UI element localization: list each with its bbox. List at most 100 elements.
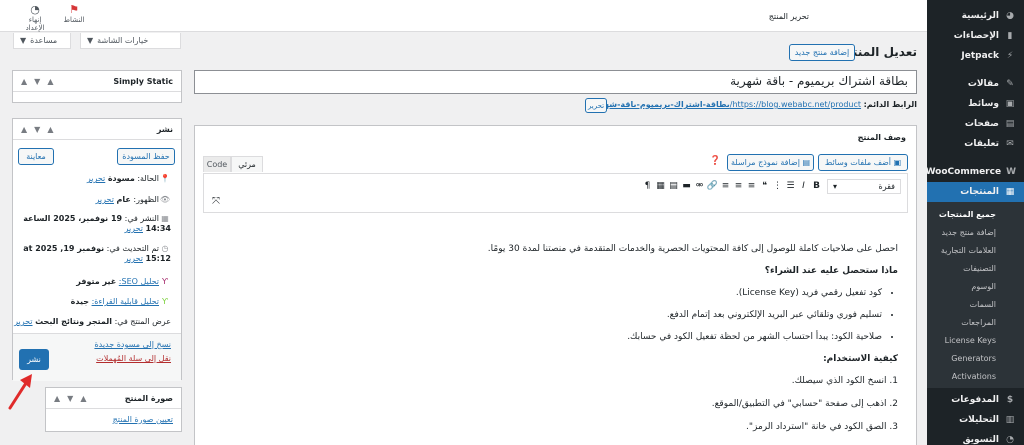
bold-icon[interactable]: B [810,179,823,193]
product-image-header[interactable]: ▲ ▼ ▲ صورة المنتج [46,388,181,409]
editor-content[interactable]: احصل على صلاحيات كاملة للوصول إلى كافة ا… [213,244,898,445]
set-product-image-link[interactable]: تعيين صورة المنتج [113,415,173,424]
move-to-trash-link[interactable]: نقل إلى سلة المُهملات [96,354,171,363]
menu-item[interactable]: ✉ تعليقات [927,134,1024,154]
chevron-up-icon[interactable]: ▲ [21,77,27,86]
menu-item[interactable]: ⚡ Jetpack [927,46,1024,66]
fullscreen-icon[interactable]: ⤧ [212,196,220,207]
usage-steps: 1. انسخ الكود الذي سيصلك. 2. اذهب إلى صفح… [213,376,898,432]
menu-item-label: الإحصاءات [953,31,999,41]
collapse-icon[interactable]: ▲ [80,394,86,403]
submenu-item[interactable]: الوسوم [927,277,1024,295]
numbered-list-icon[interactable]: ⋮ [771,179,784,193]
simply-static-header[interactable]: ▲ ▼ ▲ Simply Static [13,71,181,92]
collapse-icon[interactable]: ▲ [47,125,53,134]
submenu-item[interactable]: إضافة منتج جديد [927,223,1024,241]
paragraph-icon[interactable]: ¶ [641,179,654,193]
submenu-item[interactable]: License Keys [927,331,1024,349]
preview-button[interactable]: معاينة [18,148,54,165]
chevron-up-icon[interactable]: ▲ [21,125,27,134]
chevron-down-icon[interactable]: ▼ [67,394,73,403]
format-select[interactable]: فقرة ▾ [827,179,901,194]
chevron-up-icon[interactable]: ▲ [54,394,60,403]
menu-woocommerce[interactable]: W WooCommerce [926,162,1024,182]
menu-item-label: Jetpack [961,51,999,61]
unlink-icon[interactable]: ⚮ [693,179,706,193]
jetpack-icon: ⚡ [1006,51,1014,61]
box-controls: ▲ ▼ ▲ [54,394,86,403]
more-tag-icon[interactable]: ▬ [680,179,693,193]
kitchen-sink-icon[interactable]: ▦ [654,179,667,193]
list-item: صلاحية الكود: يبدأ احتساب الشهر من لحظة … [213,332,882,342]
permalink: الرابط الدائم: https://blog.webabc.net/p… [588,100,917,109]
permalink-url[interactable]: https://blog.webabc.net/product/بطاقة-اش… [588,100,861,109]
chevron-down-icon[interactable]: ▼ [34,77,40,86]
add-contact-form-button[interactable]: إضافة نموذج مراسلة ▤ [727,154,814,171]
marketing-icon: ◔ [1006,435,1014,445]
content-heading: ماذا ستحصل عليه عند الشراء؟ [764,266,898,276]
page-title: تعديل المنتج [844,45,917,59]
align-left-icon[interactable]: ≡ [719,179,732,193]
calendar-icon: ▦ [161,214,169,223]
menu-item[interactable]: $ المدفوعات [927,390,1024,410]
menu-item[interactable]: ▮ الإحصاءات [927,26,1024,46]
menu-item[interactable]: ▣ وسائط [927,94,1024,114]
dashboard-icon: ◕ [1006,11,1014,21]
clock-icon: ◷ [161,244,169,253]
tab-code[interactable]: Code [203,156,231,172]
submenu-item[interactable]: السمات [927,295,1024,313]
menu-item[interactable]: ◕ الرئيسية [927,6,1024,26]
submenu-item[interactable]: المراجعات [927,313,1024,331]
italic-icon[interactable]: I [797,179,810,193]
blockquote-icon[interactable]: ❝ [758,179,771,193]
submenu-item[interactable]: Generators [927,349,1024,367]
toolbar-buttons: ¶ ▦ ▤ ▬ ⚮ 🔗 ≡ ≡ ≡ ❝ ⋮ ☰ I B [641,179,823,193]
yoast-icon: Ƴ [162,297,168,306]
product-title-input[interactable]: بطاقة اشتراك بريميوم - باقة شهرية [194,70,917,94]
menu-item[interactable]: ▤ صفحات [927,114,1024,134]
activity-button[interactable]: ⚑ النشاط [62,3,86,24]
collapse-icon[interactable]: ▲ [47,77,53,86]
permalink-edit-button[interactable]: تحرير [585,98,607,113]
menu-item[interactable]: ▥ التحليلات [927,410,1024,430]
finish-setup-button[interactable]: ◔ إنهاء الإعداد [20,3,50,32]
eye-icon: 👁 [159,195,171,204]
pin-icon: ✎ [1006,79,1014,89]
help-icon[interactable]: ❓ [710,156,721,166]
align-right-icon[interactable]: ≡ [745,179,758,193]
menu-item[interactable]: ✎ مقالات [927,74,1024,94]
screen-options-tab[interactable]: ▼ خيارات الشاشة [80,33,181,49]
catalog-visibility-row: عرض المنتج في: المتجر ونتائج البحث تحرير [14,317,171,326]
toggle-toolbar-icon[interactable]: ▤ [667,179,680,193]
menu-item[interactable]: ◔ التسويق [927,430,1024,445]
submenu-item[interactable]: Activations [927,367,1024,385]
tab-visual[interactable]: مرئي [231,156,263,172]
published-row: ▦النشر في: 19 نوفمبر، 2025 الساعة 14:34 … [23,214,171,233]
align-center-icon[interactable]: ≡ [732,179,745,193]
submenu-item[interactable]: التصنيفات [927,259,1024,277]
copy-to-draft-link[interactable]: نسخ إلى مسودة جديدة [94,340,171,349]
add-new-product-button[interactable]: إضافة منتج جديد [789,44,855,61]
add-media-button[interactable]: أضف ملفات وسائط ▣ [818,154,908,171]
chevron-down-icon[interactable]: ▼ [34,125,40,134]
products-icon: ▦ [1005,187,1015,197]
updated-row: ◷تم التحديث في: نوفمبر 19, 2025 at 15:12… [23,244,171,263]
comment-icon: ✉ [1006,139,1014,149]
bullet-list-icon[interactable]: ☰ [784,179,797,193]
publish-header[interactable]: ▲ ▼ ▲ نشر [13,119,181,140]
menu-products[interactable]: ▦ المنتجات [927,182,1024,202]
submenu-item[interactable]: جميع المنتجات [927,205,1024,223]
help-tab[interactable]: ▼ مساعدة [13,33,71,49]
pin-icon: 📍 [160,174,170,183]
simply-static-box: ▲ ▼ ▲ Simply Static [12,70,182,103]
link-icon[interactable]: 🔗 [706,179,719,193]
save-draft-button[interactable]: حفظ المسودة [117,148,175,165]
step-item: 1. انسخ الكود الذي سيصلك. [791,376,898,386]
publish-button[interactable]: نشر [19,349,49,370]
arrow-annotation [8,374,32,410]
submenu-item[interactable]: العلامات التجارية [927,241,1024,259]
list-item: كود تفعيل رقمي فريد (License Key). [213,288,882,298]
progress-icon: ◔ [30,3,40,16]
intro-paragraph: احصل على صلاحيات كاملة للوصول إلى كافة ا… [487,244,898,254]
box-controls: ▲ ▼ ▲ [21,77,53,86]
